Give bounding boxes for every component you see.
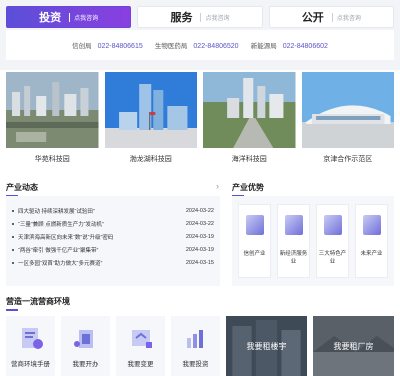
advantage-item[interactable]: 未来产业: [355, 204, 388, 278]
invest-icon: [181, 324, 211, 352]
news-item[interactable]: “两谷”牵引 做强千亿产业“聚集带” 2024-03-19: [6, 243, 220, 256]
document-icon: [284, 215, 303, 235]
phone-item: 信创局 022-84806615: [72, 40, 143, 50]
phone-list: 信创局 022-84806615 生物医药局 022-84806520 新能源局 02…: [6, 30, 394, 60]
advantage-label: 信创产业: [243, 251, 266, 257]
advantage-section-title: 产业优势: [232, 183, 264, 197]
change-icon: [126, 324, 156, 352]
category-tabs: 投资 点我咨询 服务 点我咨询 公开 点我咨询: [6, 6, 394, 28]
park-card[interactable]: 京津合作示范区: [301, 72, 394, 170]
advantage-label: 未来产业: [360, 251, 383, 257]
news-text: 天津滨海高新区向未来“数”说“升级”密码: [18, 234, 114, 241]
phone-number[interactable]: 022-84806615: [98, 43, 143, 50]
tab-public-sub: 点我咨询: [331, 12, 361, 22]
news-item[interactable]: “三量”兼顾 点燃新质生产力“发动机” 2024-03-22: [6, 217, 220, 230]
news-date: 2024-03-22: [185, 220, 214, 227]
phone-dept: 生物医药局: [154, 43, 188, 50]
env-label: 我要变更: [127, 361, 154, 368]
phone-number[interactable]: 022-84806520: [193, 43, 238, 50]
tab-invest-sub: 点我咨询: [69, 12, 98, 22]
news-text: “两谷”牵引 做强千亿产业“聚集带”: [18, 247, 99, 254]
phone-dept: 信创局: [72, 43, 92, 50]
tab-invest[interactable]: 投资 点我咨询: [6, 6, 132, 28]
park-photo: [104, 72, 197, 148]
open-business-icon: [71, 324, 101, 352]
park-photo: [203, 72, 296, 148]
advantage-list: 信创产业 新经济服务业 三大特色产业 未来产业: [232, 196, 394, 286]
news-text: “三量”兼顾 点燃新质生产力“发动机”: [18, 221, 104, 228]
park-card[interactable]: 海洋科技园: [203, 72, 296, 170]
advantage-item[interactable]: 新经济服务业: [277, 204, 310, 278]
park-card[interactable]: 华苑科技园: [6, 72, 99, 170]
park-name: 海洋科技园: [231, 156, 267, 163]
park-card[interactable]: 渤龙湖科技园: [104, 72, 197, 170]
news-date: 2024-03-19: [185, 246, 214, 253]
tab-service-sub: 点我咨询: [200, 12, 230, 22]
park-name: 京津合作示范区: [323, 156, 373, 163]
park-photo: [301, 72, 394, 148]
advantage-item[interactable]: 信创产业: [238, 204, 271, 278]
document-icon: [323, 215, 342, 235]
tab-invest-label: 投资: [39, 12, 62, 24]
news-section-title: 产业动态: [6, 183, 38, 197]
document-icon: [362, 215, 381, 235]
park-name: 渤龙湖科技园: [129, 156, 172, 163]
news-item[interactable]: 一区多园“双首”助力做大“多元赛道” 2024-03-15: [6, 256, 220, 269]
news-item[interactable]: 天津滨海高新区向未来“数”说“升级”密码 2024-03-19: [6, 230, 220, 243]
advantage-label: 新经济服务业: [279, 251, 308, 265]
advantage-label: 三大特色产业: [318, 251, 347, 265]
env-label: 我要投资: [182, 361, 209, 368]
phone-item: 生物医药局 022-84806520: [155, 40, 239, 50]
advantage-item[interactable]: 三大特色产业: [316, 204, 349, 278]
rent-factory-label: 我要租厂房: [333, 341, 374, 351]
news-text: 一区多园“双首”助力做大“多元赛道”: [18, 260, 103, 267]
park-name: 华苑科技园: [34, 156, 70, 163]
park-cards: 华苑科技园 渤龙湖科技园 海洋科技园 京津合作示范区: [6, 72, 394, 170]
tab-service[interactable]: 服务 点我咨询: [137, 6, 263, 28]
news-item[interactable]: 四大驱动 持续深耕发展“试验田” 2024-03-22: [6, 204, 220, 217]
chevron-right-icon[interactable]: ›: [216, 181, 219, 191]
env-section-title: 营造一流营商环境: [6, 297, 70, 311]
rent-building-label: 我要租楼宇: [246, 341, 287, 351]
news-date: 2024-03-15: [185, 259, 214, 266]
document-icon: [245, 215, 264, 235]
news-text: 四大驱动 持续深耕发展“试验田”: [18, 208, 95, 215]
phone-item: 新能源局 022-84806602: [251, 40, 328, 50]
tab-public-label: 公开: [301, 12, 324, 24]
news-list: 四大驱动 持续深耕发展“试验田” 2024-03-22 “三量”兼顾 点燃新质生产…: [6, 196, 220, 286]
env-item[interactable]: 我要开办: [61, 316, 110, 376]
rent-building-card[interactable]: 我要租楼宇: [226, 316, 307, 376]
env-service-row: 营商环境手册 我要开办 我要变更 我要投资 我要租楼宇 我要租厂房: [6, 316, 394, 376]
phone-dept: 新能源局: [250, 43, 277, 50]
handbook-icon: [16, 324, 46, 352]
park-photo: [6, 72, 99, 148]
rent-factory-card[interactable]: 我要租厂房: [313, 316, 394, 376]
phone-number[interactable]: 022-84806602: [283, 43, 328, 50]
news-date: 2024-03-22: [185, 207, 214, 214]
env-label: 我要开办: [72, 361, 99, 368]
env-item[interactable]: 我要投资: [171, 316, 220, 376]
tab-public[interactable]: 公开 点我咨询: [268, 6, 394, 28]
tab-service-label: 服务: [170, 12, 193, 24]
env-item[interactable]: 营商环境手册: [6, 316, 55, 376]
env-item[interactable]: 我要变更: [116, 316, 165, 376]
news-date: 2024-03-19: [185, 233, 214, 240]
env-label: 营商环境手册: [11, 361, 50, 368]
